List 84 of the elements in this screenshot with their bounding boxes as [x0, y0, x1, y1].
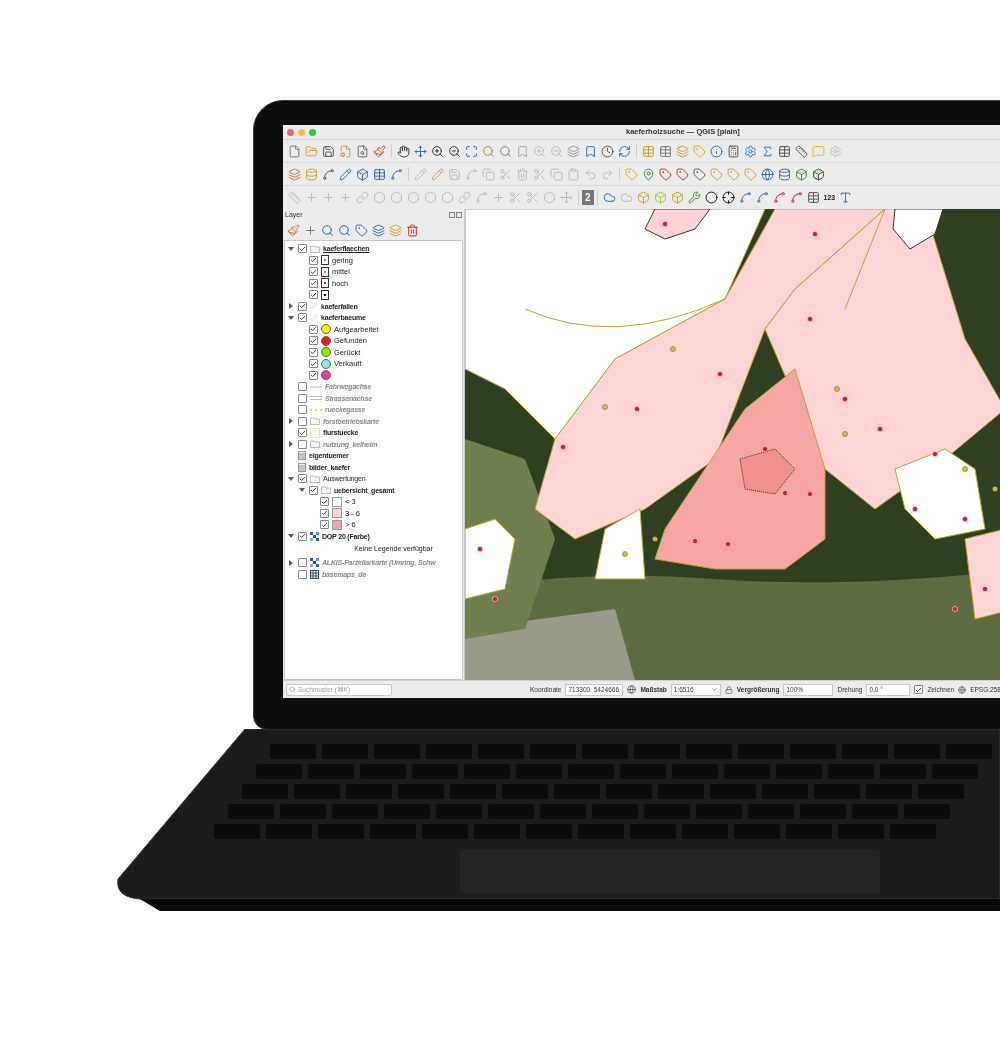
folder-icon — [310, 244, 320, 253]
box-icon[interactable] — [354, 165, 371, 183]
search-icon — [289, 686, 296, 693]
globe-icon[interactable] — [759, 165, 776, 183]
float-button[interactable] — [449, 211, 455, 218]
disclosure-triangle-icon[interactable] — [299, 487, 305, 494]
render-checkbox[interactable] — [914, 685, 924, 694]
move-icon[interactable] — [412, 142, 429, 160]
brush-icon[interactable] — [371, 142, 388, 160]
double-line-symbol-icon — [310, 395, 322, 402]
layer-checkbox[interactable] — [309, 255, 318, 265]
line-symbol-icon — [310, 383, 322, 390]
layer-checkbox[interactable] — [298, 382, 307, 392]
lock-icon[interactable] — [724, 685, 733, 694]
caret-icon — [710, 686, 718, 693]
layer-checkbox[interactable] — [309, 324, 318, 334]
layer-checkbox[interactable] — [309, 359, 318, 369]
dashed-line-symbol-icon — [310, 406, 322, 413]
points-icon — [310, 302, 318, 311]
disclosure-triangle-icon[interactable] — [288, 245, 294, 252]
circle-icon[interactable] — [702, 189, 720, 206]
disclosure-triangle-icon[interactable] — [288, 441, 294, 448]
layer-checkbox[interactable] — [309, 336, 318, 346]
layer-checkbox[interactable] — [298, 439, 307, 449]
label-icon[interactable] — [708, 165, 725, 183]
disclosure-triangle-icon[interactable] — [288, 314, 294, 321]
layer-checkbox[interactable] — [309, 290, 318, 300]
layer-checkbox[interactable] — [298, 474, 307, 484]
folder-icon — [310, 440, 320, 449]
layer-checkbox[interactable] — [298, 244, 307, 254]
disclosure-triangle-icon[interactable] — [288, 559, 294, 566]
globe-icon[interactable] — [627, 685, 637, 694]
disclosure-triangle-icon[interactable] — [288, 303, 294, 310]
label-icon[interactable] — [657, 165, 674, 183]
maximize-button[interactable] — [309, 128, 316, 136]
tag-icon[interactable] — [353, 221, 370, 239]
info-icon[interactable] — [708, 142, 725, 160]
layer-checkbox[interactable] — [309, 485, 318, 495]
gear-icon[interactable] — [742, 142, 759, 160]
layer-checkbox[interactable] — [298, 428, 307, 438]
raster-icon — [310, 558, 319, 568]
layer-checkbox[interactable] — [298, 405, 307, 415]
layer-checkbox[interactable] — [298, 313, 307, 323]
layer-checkbox[interactable] — [298, 393, 307, 403]
layer-checkbox[interactable] — [309, 278, 318, 288]
layer-checkbox[interactable] — [309, 267, 318, 277]
layer-checkbox[interactable] — [298, 569, 307, 579]
database-icon[interactable] — [776, 165, 793, 183]
layers-icon[interactable] — [674, 142, 691, 160]
layer-checkbox[interactable] — [309, 347, 318, 357]
grid-icon — [310, 569, 319, 579]
remove-icon[interactable] — [404, 221, 421, 239]
layers-icon[interactable] — [565, 142, 582, 160]
layer-checkbox[interactable] — [309, 370, 318, 380]
folder-icon — [310, 417, 320, 426]
pen-icon[interactable] — [337, 165, 354, 183]
globe-icon[interactable] — [958, 685, 967, 694]
number-button[interactable]: 2 — [582, 190, 594, 205]
layer-checkbox[interactable] — [298, 558, 307, 568]
box-icon[interactable] — [793, 165, 810, 183]
disclosure-triangle-icon[interactable] — [288, 475, 294, 482]
box-icon[interactable] — [810, 165, 827, 183]
map-drawing[interactable] — [465, 209, 1000, 680]
pencil-icon[interactable] — [429, 165, 446, 183]
points-icon — [310, 313, 318, 322]
label-icon[interactable] — [674, 165, 691, 183]
layer-checkbox[interactable] — [298, 416, 307, 426]
label-icon[interactable] — [691, 165, 708, 183]
database-icon[interactable] — [303, 165, 320, 183]
layer-checkbox[interactable] — [320, 520, 329, 530]
layer-checkbox[interactable] — [298, 531, 307, 541]
brush-icon[interactable] — [285, 221, 302, 239]
crosshair-icon[interactable] — [719, 189, 737, 206]
layer-checkbox[interactable] — [298, 301, 307, 311]
hand-icon[interactable] — [395, 142, 412, 160]
disclosure-triangle-icon[interactable] — [288, 533, 294, 540]
layer-checkbox[interactable] — [320, 508, 329, 518]
raster-icon — [310, 531, 319, 541]
label-icon[interactable] — [725, 165, 742, 183]
layers-icon[interactable] — [286, 165, 303, 183]
disclosure-triangle-icon[interactable] — [288, 418, 294, 425]
clock-icon[interactable] — [599, 142, 616, 160]
ruler-icon[interactable] — [793, 142, 810, 160]
layer-checkbox[interactable] — [320, 497, 329, 507]
